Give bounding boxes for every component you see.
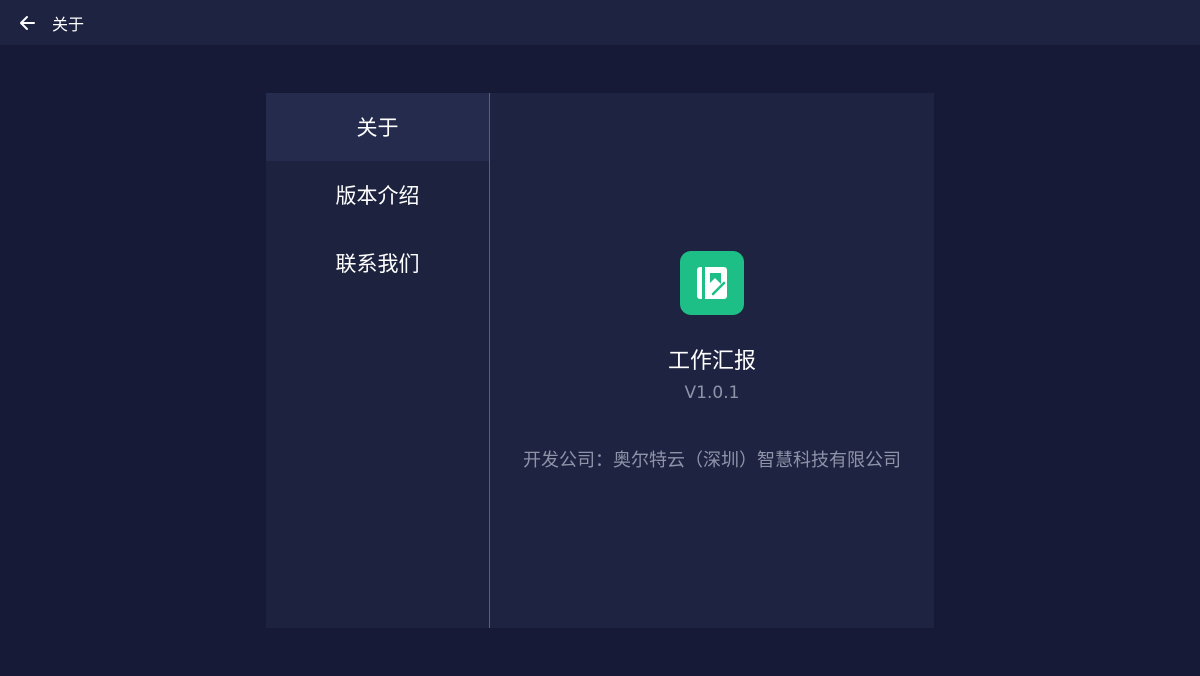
sidebar: 关于 版本介绍 联系我们	[266, 93, 490, 628]
report-app-icon	[680, 251, 744, 315]
app-version: V1.0.1	[684, 383, 740, 403]
about-content: 工作汇报 V1.0.1 开发公司：奥尔特云（深圳）智慧科技有限公司	[490, 93, 934, 628]
arrow-left-icon	[20, 15, 35, 30]
developer-company: 开发公司：奥尔特云（深圳）智慧科技有限公司	[523, 450, 901, 471]
top-bar: 关于	[0, 0, 1200, 45]
sidebar-item-label: 联系我们	[335, 252, 420, 276]
sidebar-item-label: 关于	[356, 116, 399, 140]
sidebar-item-contact-us[interactable]: 联系我们	[266, 229, 489, 297]
sidebar-item-about[interactable]: 关于	[266, 93, 489, 161]
app-name: 工作汇报	[667, 349, 756, 374]
sidebar-item-version-intro[interactable]: 版本介绍	[266, 161, 489, 229]
about-panel: 关于 版本介绍 联系我们 工作汇报 V1.0.1 开发公司：奥尔特云（深圳）智慧…	[266, 93, 934, 628]
page-title: 关于	[52, 14, 85, 34]
sidebar-item-label: 版本介绍	[335, 184, 420, 208]
back-button[interactable]	[16, 12, 38, 34]
